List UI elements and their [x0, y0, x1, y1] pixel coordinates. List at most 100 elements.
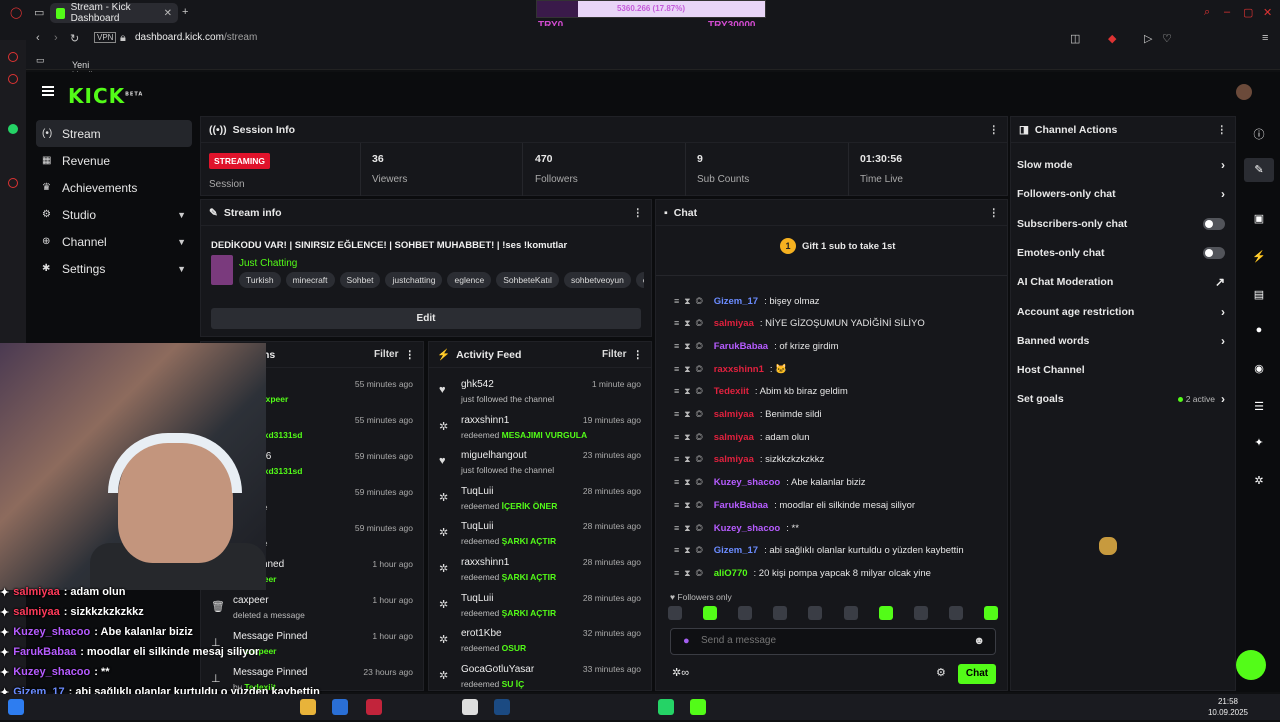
mod-actions-icon[interactable]: ≡⧗◎ — [674, 386, 708, 397]
kick-logo[interactable]: KICKBETA — [68, 84, 143, 108]
outlook-icon[interactable] — [332, 699, 348, 715]
emote[interactable] — [983, 606, 998, 620]
close-tab-icon[interactable]: ✕ — [164, 8, 172, 19]
chat-message[interactable]: ≡⧗◎ salmiyaa: Benimde sildi — [674, 405, 822, 425]
more-options-icon[interactable]: ⋮ — [1217, 124, 1228, 136]
sidebar-item-studio[interactable]: ⚙ Studio ▼ — [36, 201, 192, 228]
mod-actions-icon[interactable]: ≡⧗◎ — [674, 568, 708, 579]
heart-icon[interactable]: ♡ — [1162, 32, 1172, 45]
chat-bubble-icon[interactable]: ● — [1252, 324, 1266, 338]
category-link[interactable]: Just Chatting — [239, 258, 297, 269]
chat-username[interactable]: Tedexiit — [714, 386, 749, 397]
emote[interactable] — [878, 606, 893, 620]
send-chat-button[interactable]: Chat — [958, 664, 996, 684]
emoji-icon[interactable]: ☻ — [973, 635, 985, 647]
chevron-right-icon[interactable]: › — [1221, 392, 1225, 406]
mod-actions-icon[interactable]: ≡⧗◎ — [674, 296, 708, 307]
sidebar-item-channel[interactable]: ⊕ Channel ▼ — [36, 228, 192, 255]
toggle-switch[interactable] — [1203, 217, 1225, 230]
mod-actions-icon[interactable]: ≡⧗◎ — [674, 432, 708, 443]
kick-icon[interactable] — [690, 699, 706, 715]
chat-message[interactable]: ≡⧗◎ Gizem_17: abi sağlıklı olanlar kurtul… — [674, 541, 964, 561]
chat-username[interactable]: salmiyaa — [714, 432, 754, 443]
list-item[interactable]: ✲ TuqLuii redeemed İÇERİK ÖNER 28 minutes a… — [429, 483, 651, 519]
chat-message[interactable]: ≡⧗◎ Kuzey_shacoo: ** — [674, 518, 799, 538]
channel-action-8[interactable]: Set goals 2 active › — [1017, 385, 1225, 413]
chat-username[interactable]: Kuzey_shacoo — [714, 477, 781, 488]
url-field[interactable]: dashboard.kick.com/stream — [135, 32, 257, 43]
mod-actions-icon[interactable]: ≡⧗◎ — [674, 500, 708, 511]
list-item[interactable]: ✲ GocaGotluYasar redeemed SU İÇ 33 minutes … — [429, 661, 651, 690]
back-icon[interactable]: ‹ — [36, 32, 40, 44]
mod-actions-icon[interactable]: ≡⧗◎ — [674, 545, 708, 556]
external-link-icon[interactable]: ↗ — [1215, 275, 1225, 289]
wrench-icon[interactable]: ✦ — [1252, 436, 1266, 450]
mod-actions-icon[interactable]: ≡⧗◎ — [674, 454, 708, 465]
list-item[interactable]: ✲ erot1Kbe redeemed OSUR 32 minutes ago — [429, 625, 651, 661]
chat-username[interactable]: FarukBabaa — [714, 341, 768, 352]
tag[interactable]: SohbeteKatıl — [496, 272, 559, 288]
clock[interactable]: 21:58 10.09.2025 — [1208, 696, 1248, 718]
camera-icon[interactable]: ▣ — [1252, 212, 1266, 226]
microphone-icon[interactable]: ● — [683, 635, 690, 647]
edit-button[interactable]: Edit — [211, 308, 641, 329]
chat-message[interactable]: ≡⧗◎ Tedexiit: Abim kb biraz geldim — [674, 382, 848, 402]
tab-menu-icon[interactable]: ▭ — [34, 6, 44, 19]
folder-icon[interactable] — [300, 699, 316, 715]
chat-username[interactable]: aliO770 — [714, 568, 748, 579]
list-item[interactable]: ✲ TuqLuii redeemed ŞARKI AÇTIR 28 minutes a… — [429, 590, 651, 626]
lightning-icon[interactable]: ⚡ — [1252, 250, 1266, 264]
chat-message[interactable]: ≡⧗◎ FarukBabaa: of krize girdim — [674, 336, 839, 356]
toggle-switch[interactable] — [1203, 246, 1225, 259]
channel-action-1[interactable]: Followers-only chat › — [1017, 180, 1225, 208]
channel-action-4[interactable]: AI Chat Moderation ↗ — [1017, 268, 1225, 296]
mod-actions-icon[interactable]: ≡⧗◎ — [674, 364, 708, 375]
chat-input[interactable]: ● ☻ — [670, 628, 996, 655]
emote[interactable] — [948, 606, 963, 620]
tag[interactable]: justchatting — [385, 272, 443, 288]
sidebar-item-revenue[interactable]: ▦ Revenue — [36, 147, 192, 174]
mod-actions-icon[interactable]: ≡⧗◎ — [674, 523, 708, 534]
emote[interactable] — [773, 606, 788, 620]
more-options-icon[interactable]: ⋮ — [989, 124, 1000, 136]
channel-action-5[interactable]: Account age restriction › — [1017, 298, 1225, 326]
chrome-icon[interactable] — [462, 699, 478, 715]
vpn-badge[interactable]: VPN — [94, 32, 117, 43]
shield-icon[interactable]: ◆ — [1108, 32, 1116, 45]
emote[interactable] — [913, 606, 928, 620]
emote[interactable] — [843, 606, 858, 620]
chat-username[interactable]: salmiyaa — [714, 318, 754, 329]
chevron-down-icon[interactable]: ▼ — [177, 237, 186, 247]
browser-tab[interactable]: Stream - Kick Dashboard ✕ — [50, 2, 178, 24]
clipboard-icon[interactable]: ▤ — [1252, 288, 1266, 302]
chat-username[interactable]: FarukBabaa — [714, 500, 768, 511]
emote[interactable] — [703, 606, 718, 620]
chat-username[interactable]: salmiyaa — [714, 454, 754, 465]
tag[interactable]: Sohbet — [339, 272, 381, 288]
info-icon[interactable]: ⓘ — [1252, 126, 1266, 141]
forward-icon[interactable]: › — [54, 32, 58, 44]
chat-username[interactable]: salmiyaa — [714, 409, 754, 420]
chat-message[interactable]: ≡⧗◎ salmiyaa: NİYE GİZOŞUMUN YADİĞİNİ SİL… — [674, 314, 925, 334]
chevron-down-icon[interactable]: ▼ — [177, 264, 186, 274]
channel-action-0[interactable]: Slow mode › — [1017, 151, 1225, 179]
opera-icon[interactable] — [366, 699, 382, 715]
list-item[interactable]: ✲ raxxshinn1 redeemed ŞARKI AÇTIR 28 minute… — [429, 554, 651, 590]
sidebar-item-settings[interactable]: ✱ Settings ▼ — [36, 255, 192, 282]
more-options-icon[interactable]: ⋮ — [633, 207, 644, 219]
list-item[interactable]: ♥ ghk542 just followed the channel 1 minut… — [429, 376, 651, 412]
minimize-icon[interactable]: – — [1224, 6, 1230, 18]
mod-actions-icon[interactable]: ≡⧗◎ — [674, 409, 708, 420]
tag[interactable]: eglence — [447, 272, 492, 288]
whatsapp-icon[interactable] — [8, 124, 18, 134]
mod-actions-icon[interactable]: ≡⧗◎ — [674, 318, 708, 329]
grid-icon[interactable]: ✲ — [1252, 474, 1266, 488]
chat-username[interactable]: raxxshinn1 — [714, 364, 764, 375]
list-item[interactable]: ♥ miguelhangout just followed the channel … — [429, 447, 651, 483]
message-field[interactable] — [701, 635, 951, 646]
gift-sub-banner[interactable]: 1 Gift 1 sub to take 1st — [780, 238, 895, 254]
chat-username[interactable]: Gizem_17 — [714, 545, 758, 556]
sidebar-item-achievements[interactable]: ♛ Achievements — [36, 174, 192, 201]
sidebar-item-stream[interactable]: (•) Stream — [36, 120, 192, 147]
opera-logo-icon[interactable]: ◯ — [10, 6, 22, 19]
